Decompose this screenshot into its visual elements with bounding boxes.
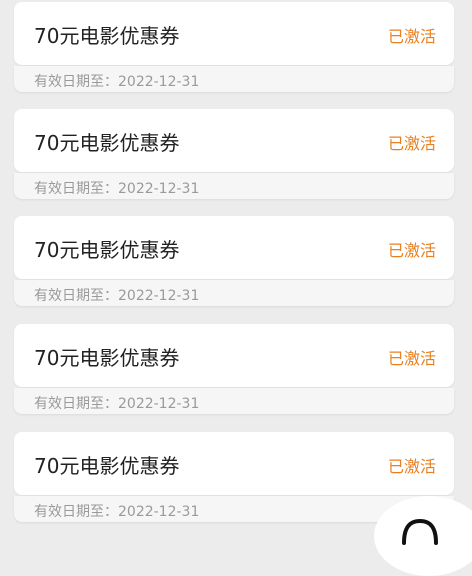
coupon-card-footer: 有效日期至：2022-12-31: [14, 388, 454, 414]
coupon-card[interactable]: 70元电影优惠券 已激活 有效日期至：2022-12-31: [14, 2, 454, 92]
coupon-card[interactable]: 70元电影优惠券 已激活 有效日期至：2022-12-31: [14, 216, 454, 306]
coupon-card-header: 70元电影优惠券 已激活: [14, 324, 454, 387]
coupon-card-header: 70元电影优惠券 已激活: [14, 216, 454, 279]
coupon-card-header: 70元电影优惠券 已激活: [14, 2, 454, 65]
coupon-title: 70元电影优惠券: [34, 131, 180, 155]
coupon-card-footer: 有效日期至：2022-12-31: [14, 280, 454, 306]
coupon-title: 70元电影优惠券: [34, 238, 180, 262]
coupon-title: 70元电影优惠券: [34, 454, 180, 478]
coupon-status: 已激活: [387, 241, 436, 260]
coupon-status: 已激活: [387, 134, 436, 153]
coupon-title: 70元电影优惠券: [34, 346, 180, 370]
coupon-validity: 有效日期至：2022-12-31: [34, 396, 200, 412]
coupon-card-footer: 有效日期至：2022-12-31: [14, 173, 454, 199]
coupon-status: 已激活: [387, 457, 436, 476]
coupon-status: 已激活: [387, 27, 436, 46]
coupon-title: 70元电影优惠券: [34, 24, 180, 48]
coupon-status: 已激活: [387, 349, 436, 368]
coupon-card-header: 70元电影优惠券 已激活: [14, 432, 454, 495]
coupon-validity: 有效日期至：2022-12-31: [34, 288, 200, 304]
coupon-validity: 有效日期至：2022-12-31: [34, 181, 200, 197]
coupon-card-header: 70元电影优惠券 已激活: [14, 109, 454, 172]
coupon-validity: 有效日期至：2022-12-31: [34, 504, 200, 520]
coupon-card-footer: 有效日期至：2022-12-31: [14, 66, 454, 92]
chat-bubble-icon: [402, 518, 438, 545]
coupon-validity: 有效日期至：2022-12-31: [34, 74, 200, 90]
coupon-card[interactable]: 70元电影优惠券 已激活 有效日期至：2022-12-31: [14, 324, 454, 414]
coupon-card[interactable]: 70元电影优惠券 已激活 有效日期至：2022-12-31: [14, 109, 454, 199]
